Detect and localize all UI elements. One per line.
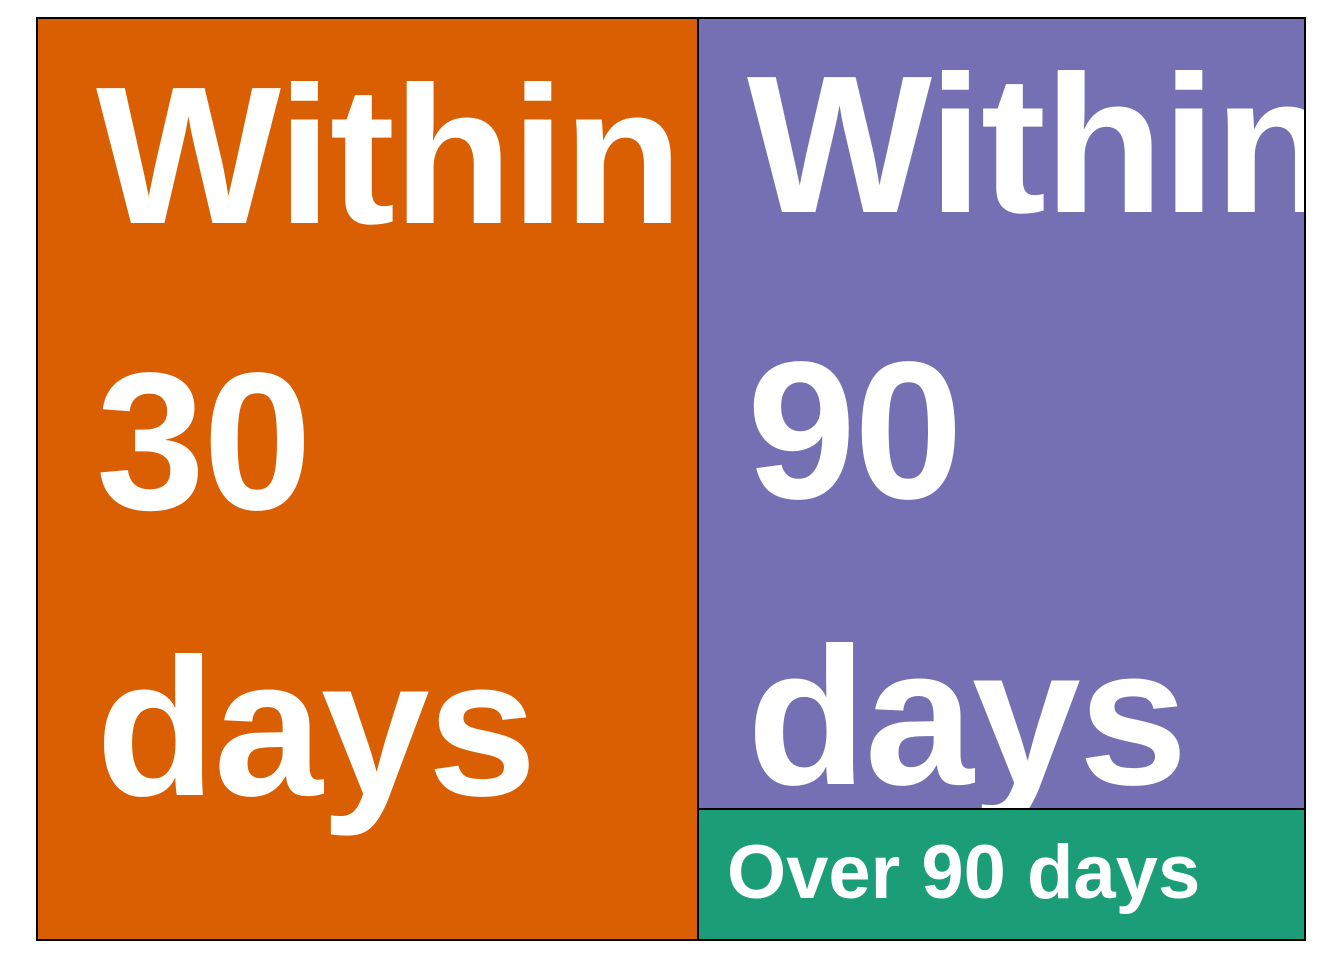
- tile-over-90-days: Over 90 days: [699, 810, 1304, 939]
- tile-within-90-days-label-line-1: Within: [747, 35, 1304, 254]
- tile-within-90-days-label: Within 90 days: [747, 19, 1304, 810]
- tile-within-90-days-label-line-3: days: [747, 607, 1188, 810]
- tile-within-30-days-label-line-1: Within: [96, 46, 683, 265]
- tile-within-30-days-label-line-3: days: [96, 618, 537, 837]
- tile-within-90-days: Within 90 days: [699, 19, 1304, 810]
- treemap: Within 30 days Within 90 days Over 90 da…: [36, 17, 1306, 941]
- tile-within-30-days-label: Within 30 days: [96, 19, 683, 871]
- tile-within-90-days-label-line-2: 90: [747, 321, 963, 540]
- tile-within-30-days: Within 30 days: [38, 19, 699, 939]
- tile-over-90-days-label: Over 90 days: [727, 830, 1201, 915]
- tile-within-30-days-label-line-2: 30: [96, 332, 312, 551]
